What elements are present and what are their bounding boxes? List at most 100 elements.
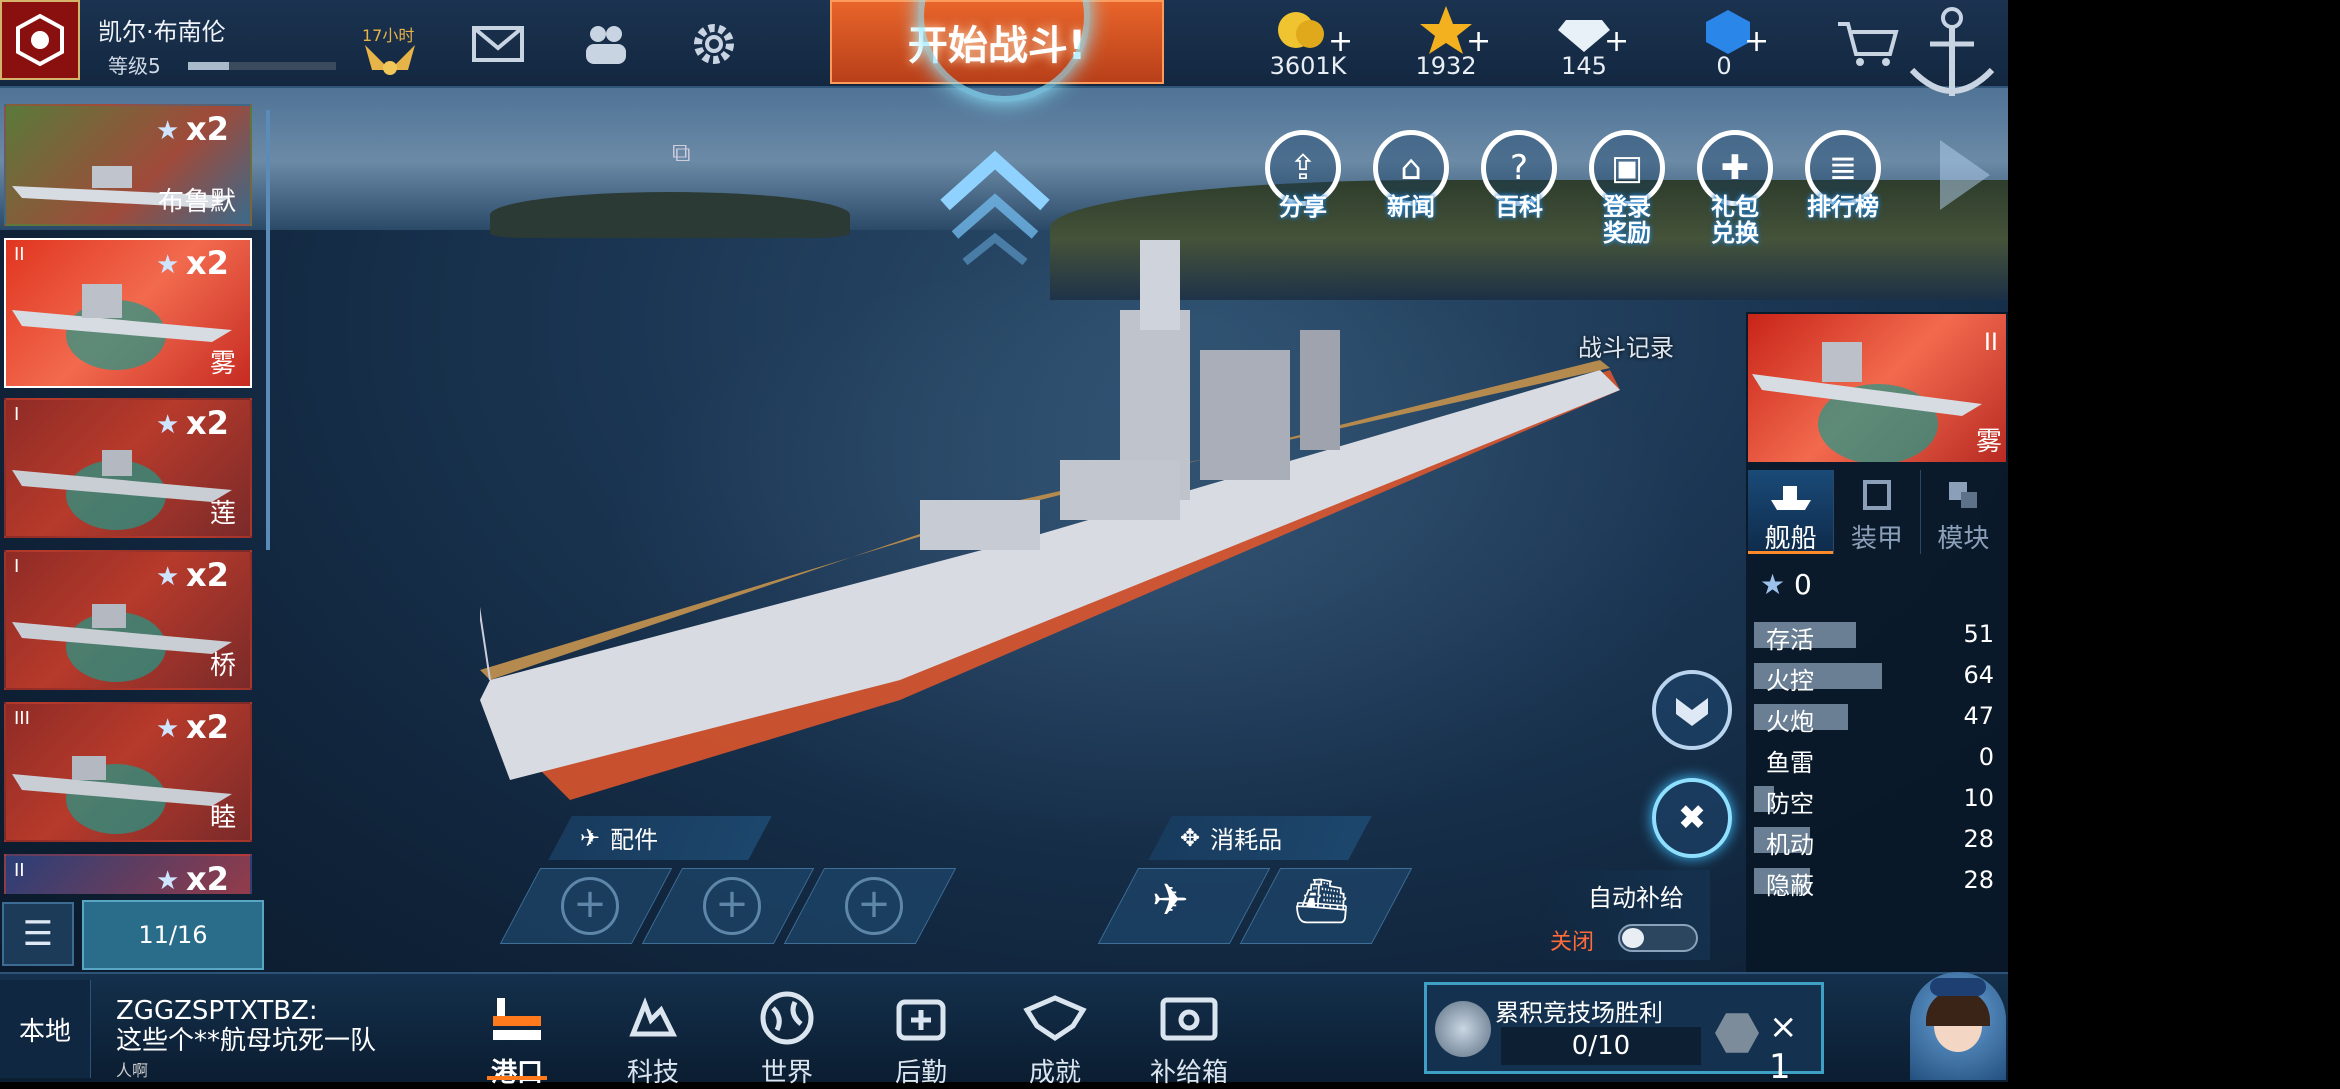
ship-thumbnail	[12, 450, 232, 502]
login-reward-label: 登录 奖励	[1582, 194, 1672, 246]
mail-icon[interactable]	[470, 20, 526, 68]
fleet-card[interactable]: III ★ x2 睦	[4, 702, 252, 842]
stat-value: 64	[1963, 661, 1994, 689]
ship-stars: ★ 0	[1760, 568, 1812, 601]
parts-label: 配件	[610, 826, 659, 854]
card-multiplier: x2	[186, 556, 229, 594]
achievement-icon	[1023, 995, 1087, 1042]
rank-badge: II	[14, 244, 25, 265]
stat-row: 防空 10	[1754, 784, 2000, 818]
repair-tools-button[interactable]: ✖	[1652, 778, 1732, 858]
gift-exchange-label: 礼包 兑换	[1690, 194, 1780, 246]
fleet-card-selected[interactable]: II ★ x2 雾	[4, 238, 252, 388]
fleet-list[interactable]: ★ x2 布鲁默 II ★ x2 雾 I ★ x2 莲 I ★ x2 桥 III…	[0, 104, 270, 894]
ship-name: 布鲁默	[157, 187, 236, 217]
ship-thumbnail	[1752, 342, 1982, 416]
nav-world-label: 世界	[760, 1058, 813, 1088]
diamond-value: 145	[1561, 52, 1607, 80]
star-icon: ★	[156, 562, 180, 592]
tab-module[interactable]: 模块	[1919, 470, 2006, 554]
stat-label: 火控	[1766, 667, 1814, 695]
nav-logistics[interactable]: 后勤	[866, 990, 976, 1089]
selected-ship-card[interactable]: II 雾	[1748, 314, 2006, 462]
auto-supply-toggle[interactable]	[1618, 924, 1698, 952]
ship-thumbnail	[12, 756, 232, 806]
fleet-card[interactable]: II ★ x2	[4, 854, 252, 894]
news-label: 新闻	[1387, 193, 1435, 221]
nav-achievement[interactable]: 成就	[1000, 990, 1110, 1089]
ship-name: 莲	[209, 499, 236, 529]
stat-row: 隐蔽 28	[1754, 866, 2000, 900]
leaderboard-button[interactable]: ≣ 排行榜	[1798, 130, 1888, 234]
toggle-knob	[1622, 928, 1644, 948]
fleet-card[interactable]: I ★ x2 桥	[4, 550, 252, 690]
news-button[interactable]: ⌂ 新闻	[1366, 130, 1456, 234]
nav-harbor[interactable]: 港口	[462, 990, 572, 1089]
anchor-icon[interactable]	[1900, 0, 2004, 110]
arena-title: 累积竞技场胜利	[1495, 999, 1663, 1027]
login-reward-label-line: 登录 奖励	[1603, 193, 1651, 247]
stat-value: 28	[1963, 825, 1994, 853]
nav-logistics-label: 后勤	[894, 1058, 947, 1088]
share-button[interactable]: ⇪ 分享	[1258, 130, 1348, 234]
fleet-card[interactable]: ★ x2 布鲁默	[4, 104, 252, 226]
armor-icon	[1862, 480, 1891, 510]
xp-progress-bar	[188, 62, 336, 70]
rank-badge: II	[1983, 328, 1998, 356]
tab-armor[interactable]: 装甲	[1833, 470, 1919, 554]
fleet-card[interactable]: I ★ x2 莲	[4, 398, 252, 538]
star-icon: ★	[156, 250, 180, 280]
fleet-scrollbar[interactable]	[266, 110, 270, 550]
encyclopedia-button[interactable]: ? 百科	[1474, 130, 1564, 234]
battle-log-link[interactable]: 战斗记录	[1578, 328, 1674, 363]
nav-tech[interactable]: 科技	[598, 990, 708, 1089]
stat-row: 机动 28	[1754, 825, 2000, 859]
raise-camera-chevron-icon[interactable]	[940, 150, 1050, 270]
player-name[interactable]: 凯尔·布南伦	[98, 12, 226, 47]
ship-thumbnail	[12, 284, 232, 342]
card-multiplier: x2	[186, 244, 229, 282]
settings-gear-icon[interactable]	[686, 20, 742, 68]
expand-view-icon[interactable]: ⧉	[672, 138, 691, 169]
consumables-header: ✥ 消耗品	[1180, 820, 1282, 855]
ship-tabs: 舰船 装甲 模块	[1748, 470, 2006, 554]
chat-message[interactable]: ZGGZSPTXTBZ: 这些个**航母坑死一队 人啊	[116, 996, 416, 1086]
stat-row: 鱼雷 0	[1754, 743, 2000, 777]
auto-supply-state: 关闭	[1550, 930, 1595, 955]
stat-row: 火控 64	[1754, 661, 2000, 695]
ship-name: 雾	[209, 349, 236, 379]
fleet-list-menu-icon[interactable]: ☰	[2, 902, 74, 966]
logistics-icon	[896, 999, 946, 1041]
nav-world[interactable]: 世界	[732, 990, 842, 1089]
stat-value: 10	[1963, 784, 1994, 812]
tab-ship[interactable]: 舰船	[1748, 470, 1834, 554]
rank-upgrade-button[interactable]	[1652, 670, 1732, 750]
card-multiplier: x2	[186, 404, 229, 442]
card-multiplier: x2	[186, 708, 229, 746]
auto-supply-title: 自动补给	[1588, 884, 1684, 912]
chat-local-tab[interactable]: 本地	[0, 980, 91, 1078]
friends-icon[interactable]	[578, 20, 634, 68]
arena-wins-panel[interactable]: 累积竞技场胜利 0/10 × 1	[1424, 982, 1824, 1087]
nav-supply-box-label: 补给箱	[1149, 1058, 1228, 1088]
xp-progress-fill	[188, 62, 230, 70]
tab-ship-label: 舰船	[1764, 524, 1817, 554]
nav-supply-box[interactable]: 补给箱	[1134, 990, 1244, 1089]
advisor-avatar[interactable]	[1910, 972, 2006, 1080]
shop-cart-icon[interactable]	[1836, 18, 1900, 70]
parts-header: ✈ 配件	[580, 820, 658, 855]
star-icon: ★	[156, 410, 180, 440]
rank-wings-icon[interactable]	[360, 40, 420, 80]
star-icon: ★	[156, 116, 180, 146]
gift-exchange-button[interactable]: ✚ 礼包 兑换	[1690, 130, 1780, 246]
gold-value: 3601K	[1269, 52, 1347, 80]
login-reward-button[interactable]: ▣ 登录 奖励	[1582, 130, 1672, 246]
repair-kit-icon: ✈	[1151, 875, 1189, 926]
stat-label: 存活	[1766, 626, 1814, 654]
battleship-model[interactable]	[480, 200, 1660, 820]
arena-multiplier: × 1	[1769, 1007, 1798, 1087]
rank-badge: III	[14, 708, 30, 729]
player-emblem-icon[interactable]	[0, 0, 80, 80]
auto-supply-panel: 自动补给 关闭	[1540, 870, 1710, 960]
rank-badge: II	[14, 860, 25, 881]
